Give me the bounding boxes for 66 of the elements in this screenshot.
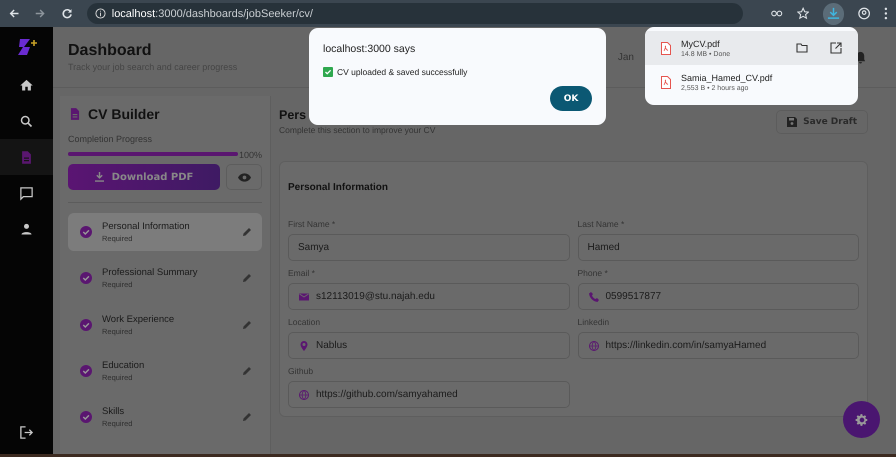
location-pin-icon [298, 340, 310, 352]
document-icon [68, 106, 82, 122]
reload-icon[interactable] [60, 7, 73, 20]
page-title: Dashboard [68, 42, 153, 60]
chat-icon [19, 186, 34, 200]
section-label: Education [102, 360, 146, 371]
card-title: Personal Information [288, 182, 390, 193]
profile-icon[interactable] [858, 7, 870, 20]
search-icon [19, 114, 34, 128]
section-label: Professional Summary [102, 267, 199, 278]
person-icon [19, 222, 34, 236]
field-label: Email * [288, 268, 316, 278]
preview-button[interactable] [226, 164, 262, 190]
section-label: Work Experience [102, 314, 176, 324]
file-name: Samia_Hamed_CV.pdf [681, 72, 774, 82]
download-button[interactable] [823, 2, 844, 24]
globe-icon [588, 340, 600, 352]
logo-icon [16, 37, 38, 57]
field-label: Github [288, 366, 314, 376]
ok-button[interactable]: OK [550, 86, 592, 111]
input-field[interactable]: https://linkedin.com/in/samyaHamed [578, 332, 859, 359]
dialog-message: CV uploaded & saved successfully [337, 67, 468, 77]
field-label: First Name * [288, 219, 336, 229]
info-icon [94, 8, 106, 19]
progress-percent: 100% [238, 150, 262, 160]
more-menu-icon[interactable] [884, 7, 888, 20]
download-pdf-button[interactable]: Download PDF [68, 164, 220, 190]
settings-icon [854, 412, 868, 426]
input-field[interactable]: Hamed [578, 234, 859, 261]
input-field[interactable]: s12113019@stu.najah.edu [288, 283, 570, 310]
dialog-title: localhost:3000 says [323, 43, 416, 55]
address-bar[interactable]: localhost:3000/dashboards/jobSeeker/cv/ [86, 3, 743, 24]
input-field[interactable]: Samya [288, 234, 570, 261]
file-name: MyCV.pdf [681, 38, 721, 48]
section-label: Personal Information [102, 221, 191, 232]
back-arrow-icon[interactable] [8, 7, 20, 20]
star-icon[interactable] [797, 7, 810, 20]
logout-icon[interactable] [19, 425, 34, 440]
input-field[interactable]: https://github.com/samyahamed [288, 381, 570, 408]
download-icon [94, 172, 104, 182]
open-external-icon[interactable] [830, 42, 842, 54]
home-icon [19, 78, 34, 92]
envelope-icon [298, 290, 310, 302]
pdf-file-icon [661, 42, 671, 54]
field-label: Last Name * [578, 219, 626, 229]
field-label: Phone * [578, 268, 609, 278]
field-label: Location [288, 317, 322, 327]
globe-icon [298, 388, 310, 400]
panel-title: CV Builder [88, 106, 160, 122]
input-field[interactable]: Nablus [288, 332, 570, 359]
eye-icon [238, 172, 250, 182]
download-icon [827, 7, 840, 20]
document-icon [19, 150, 34, 164]
pencil-icon[interactable] [242, 227, 252, 238]
forward-arrow-icon[interactable] [34, 7, 46, 20]
progress-label: Completion Progress [68, 134, 154, 144]
folder-icon[interactable] [796, 42, 808, 54]
settings-button[interactable] [843, 401, 880, 438]
pdf-file-icon [661, 76, 671, 88]
input-field[interactable]: 0599517877 [578, 283, 859, 310]
section-title: Pers [279, 108, 308, 122]
save-draft-button[interactable]: Save Draft [776, 110, 868, 134]
phone-icon [588, 290, 600, 302]
check-box-icon [323, 67, 333, 77]
section-label: Skills [102, 406, 126, 417]
url-text: localhost:3000/dashboards/jobSeeker/cv/ [112, 8, 313, 20]
